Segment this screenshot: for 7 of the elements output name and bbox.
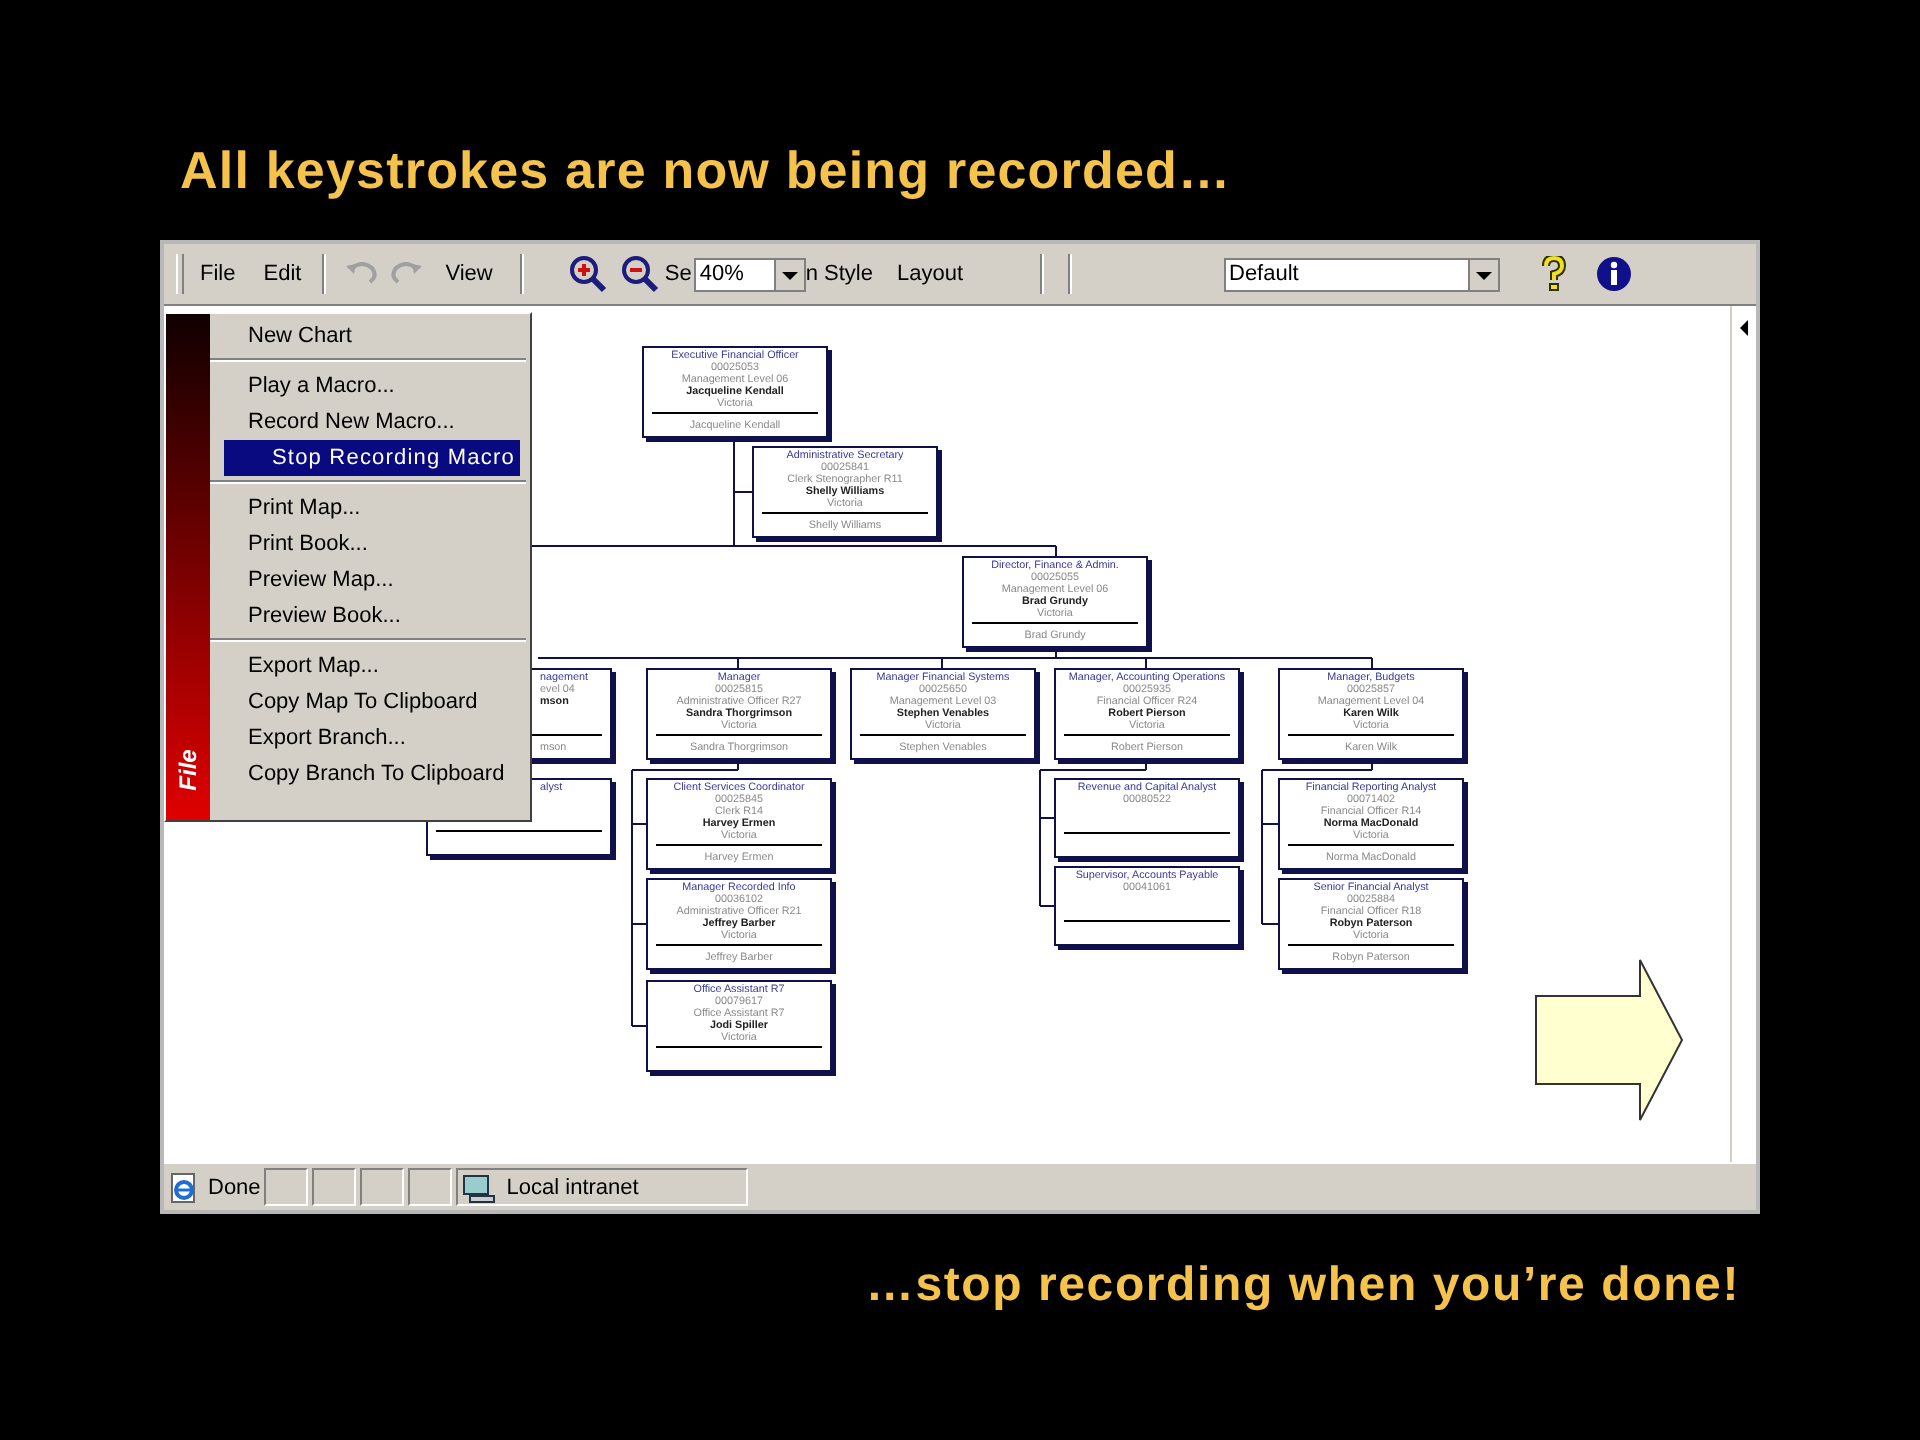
toolbar-label: Se xyxy=(664,262,692,286)
slide-caption: …stop recording when you’re done! xyxy=(863,1258,1740,1314)
zone-text: Local intranet xyxy=(506,1175,639,1199)
slide-title: All keystrokes are now being recorded… xyxy=(178,138,1234,204)
status-text: Done xyxy=(208,1175,261,1199)
menu-side-label: File xyxy=(174,748,202,792)
toolbar-label: n Style xyxy=(805,262,873,286)
